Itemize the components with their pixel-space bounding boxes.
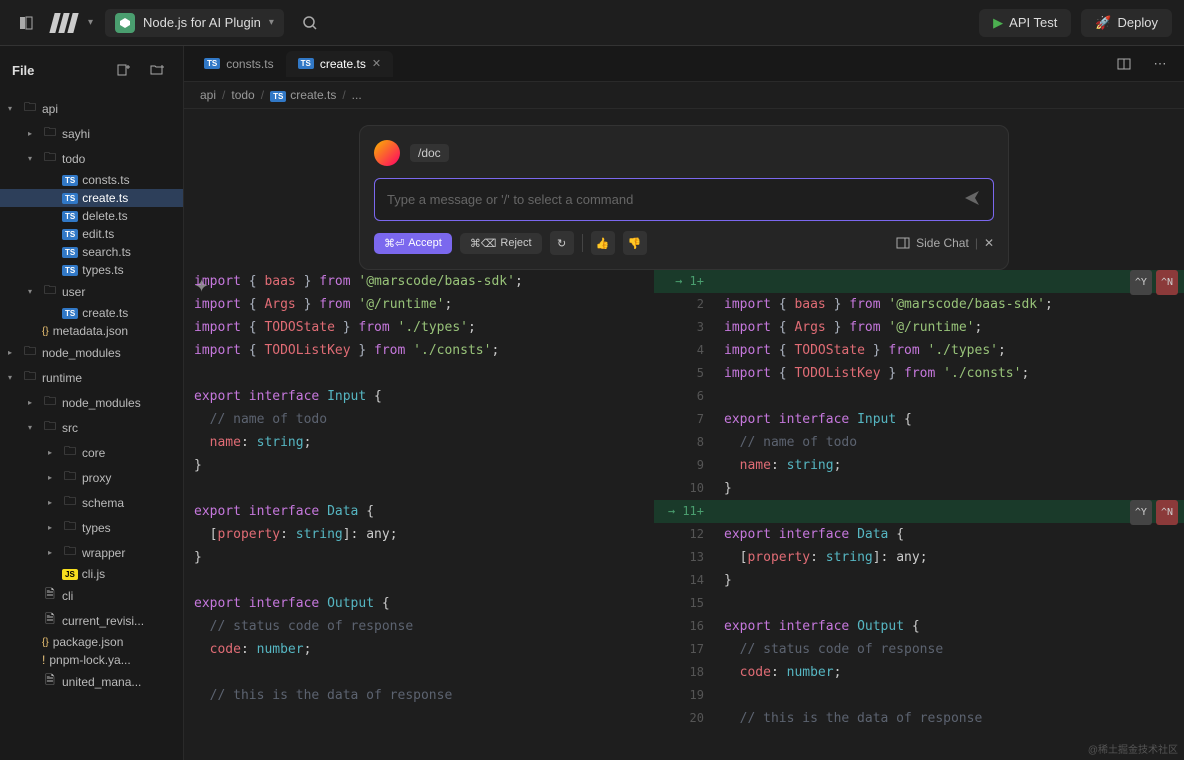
new-folder-button[interactable] [143, 56, 171, 84]
tree-item-wrapper[interactable]: ▸🗀wrapper [0, 540, 183, 565]
tree-item-node_modules[interactable]: ▸🗀node_modules [0, 390, 183, 415]
tree-item-current_revisi-[interactable]: 🗎current_revisi... [0, 608, 183, 633]
chevron-down-icon: ▾ [269, 17, 274, 28]
play-icon: ▶ [993, 15, 1003, 31]
tab-create-ts[interactable]: TScreate.ts✕ [286, 51, 393, 77]
chat-input-container[interactable] [374, 178, 994, 221]
diff-right-pane: ^Y^Nimport { baas } from '@marscode/baas… [714, 270, 1184, 760]
chat-input[interactable] [387, 192, 963, 207]
more-button[interactable]: ⋯ [1146, 50, 1174, 78]
thumbs-up-button[interactable]: 👍 [591, 231, 615, 255]
tree-item-pnpm-lock-ya-[interactable]: !pnpm-lock.ya... [0, 651, 183, 669]
rocket-icon: 🚀 [1095, 15, 1111, 31]
tree-item-api[interactable]: ▾🗀api [0, 96, 183, 121]
panel-icon [896, 236, 910, 250]
tree-item-consts-ts[interactable]: TSconsts.ts [0, 171, 183, 189]
tree-item-create-ts[interactable]: TScreate.ts [0, 304, 183, 322]
breadcrumb-item[interactable]: api [200, 88, 216, 102]
tab-consts-ts[interactable]: TSconsts.ts [192, 51, 286, 77]
file-tree: ▾🗀api▸🗀sayhi▾🗀todoTSconsts.tsTScreate.ts… [0, 94, 183, 760]
topbar: ▾ Node.js for AI Plugin ▾ ▶ API Test 🚀 D… [0, 0, 1184, 46]
thumbs-down-button[interactable]: 👎 [623, 231, 647, 255]
tree-item-delete-ts[interactable]: TSdelete.ts [0, 207, 183, 225]
chevron-down-icon[interactable]: ▾ [88, 17, 93, 28]
tree-item-core[interactable]: ▸🗀core [0, 440, 183, 465]
tree-item-united_mana-[interactable]: 🗎united_mana... [0, 669, 183, 694]
avatar [374, 140, 400, 166]
send-button[interactable] [963, 189, 981, 210]
breadcrumb-item[interactable]: TScreate.ts [270, 88, 336, 102]
split-editor-button[interactable] [1110, 50, 1138, 78]
tree-item-todo[interactable]: ▾🗀todo [0, 146, 183, 171]
accept-button[interactable]: ⌘⏎ Accept [374, 233, 452, 254]
tree-item-node_modules[interactable]: ▸🗀node_modules [0, 340, 183, 365]
breadcrumb: api/todo/TScreate.ts/... [184, 82, 1184, 109]
refresh-button[interactable]: ↻ [550, 231, 574, 255]
diff-view: import { baas } from '@marscode/baas-sdk… [184, 270, 1184, 760]
new-file-button[interactable] [109, 56, 137, 84]
slash-command-badge: /doc [410, 144, 449, 162]
logo-icon [49, 13, 78, 33]
tree-item-create-ts[interactable]: TScreate.ts [0, 189, 183, 207]
breadcrumb-item[interactable]: ... [352, 88, 362, 102]
tree-item-src[interactable]: ▾🗀src [0, 415, 183, 440]
side-chat-button[interactable]: Side Chat [916, 236, 969, 250]
tree-item-search-ts[interactable]: TSsearch.ts [0, 243, 183, 261]
diff-gutter: → 1+2345678910→ 11+121314151617181920 [654, 270, 714, 760]
search-button[interactable] [296, 9, 324, 37]
breadcrumb-item[interactable]: todo [231, 88, 254, 102]
close-chat-button[interactable]: ✕ [984, 236, 994, 250]
workspace-selector[interactable]: Node.js for AI Plugin ▾ [105, 9, 284, 37]
editor-area: TSconsts.tsTScreate.ts✕ ⋯ api/todo/TScre… [184, 46, 1184, 760]
tree-item-cli[interactable]: 🗎cli [0, 583, 183, 608]
file-sidebar: File ▾🗀api▸🗀sayhi▾🗀todoTSconsts.tsTScrea… [0, 46, 184, 760]
menu-toggle-button[interactable] [12, 9, 40, 37]
tree-item-metadata-json[interactable]: {}metadata.json [0, 322, 183, 340]
close-icon[interactable]: ✕ [372, 57, 381, 70]
api-test-button[interactable]: ▶ API Test [979, 9, 1071, 37]
tree-item-types[interactable]: ▸🗀types [0, 515, 183, 540]
diff-left-pane: import { baas } from '@marscode/baas-sdk… [184, 270, 654, 760]
deploy-button[interactable]: 🚀 Deploy [1081, 9, 1172, 37]
sidebar-title: File [12, 63, 34, 78]
tree-item-package-json[interactable]: {}package.json [0, 633, 183, 651]
nodejs-icon [115, 13, 135, 33]
watermark: @稀土掘金技术社区 [1088, 741, 1178, 756]
tree-item-runtime[interactable]: ▾🗀runtime [0, 365, 183, 390]
tree-item-proxy[interactable]: ▸🗀proxy [0, 465, 183, 490]
tree-item-sayhi[interactable]: ▸🗀sayhi [0, 121, 183, 146]
ai-chat-panel: /doc ⌘⏎ Accept ⌘⌫ Reject ↻ 👍 [359, 125, 1009, 270]
tree-item-edit-ts[interactable]: TSedit.ts [0, 225, 183, 243]
workspace-name: Node.js for AI Plugin [143, 15, 261, 30]
tree-item-cli-js[interactable]: JScli.js [0, 565, 183, 583]
tabs-bar: TSconsts.tsTScreate.ts✕ ⋯ [184, 46, 1184, 82]
tree-item-schema[interactable]: ▸🗀schema [0, 490, 183, 515]
tree-item-user[interactable]: ▾🗀user [0, 279, 183, 304]
tree-item-types-ts[interactable]: TStypes.ts [0, 261, 183, 279]
reject-button[interactable]: ⌘⌫ Reject [460, 233, 542, 254]
